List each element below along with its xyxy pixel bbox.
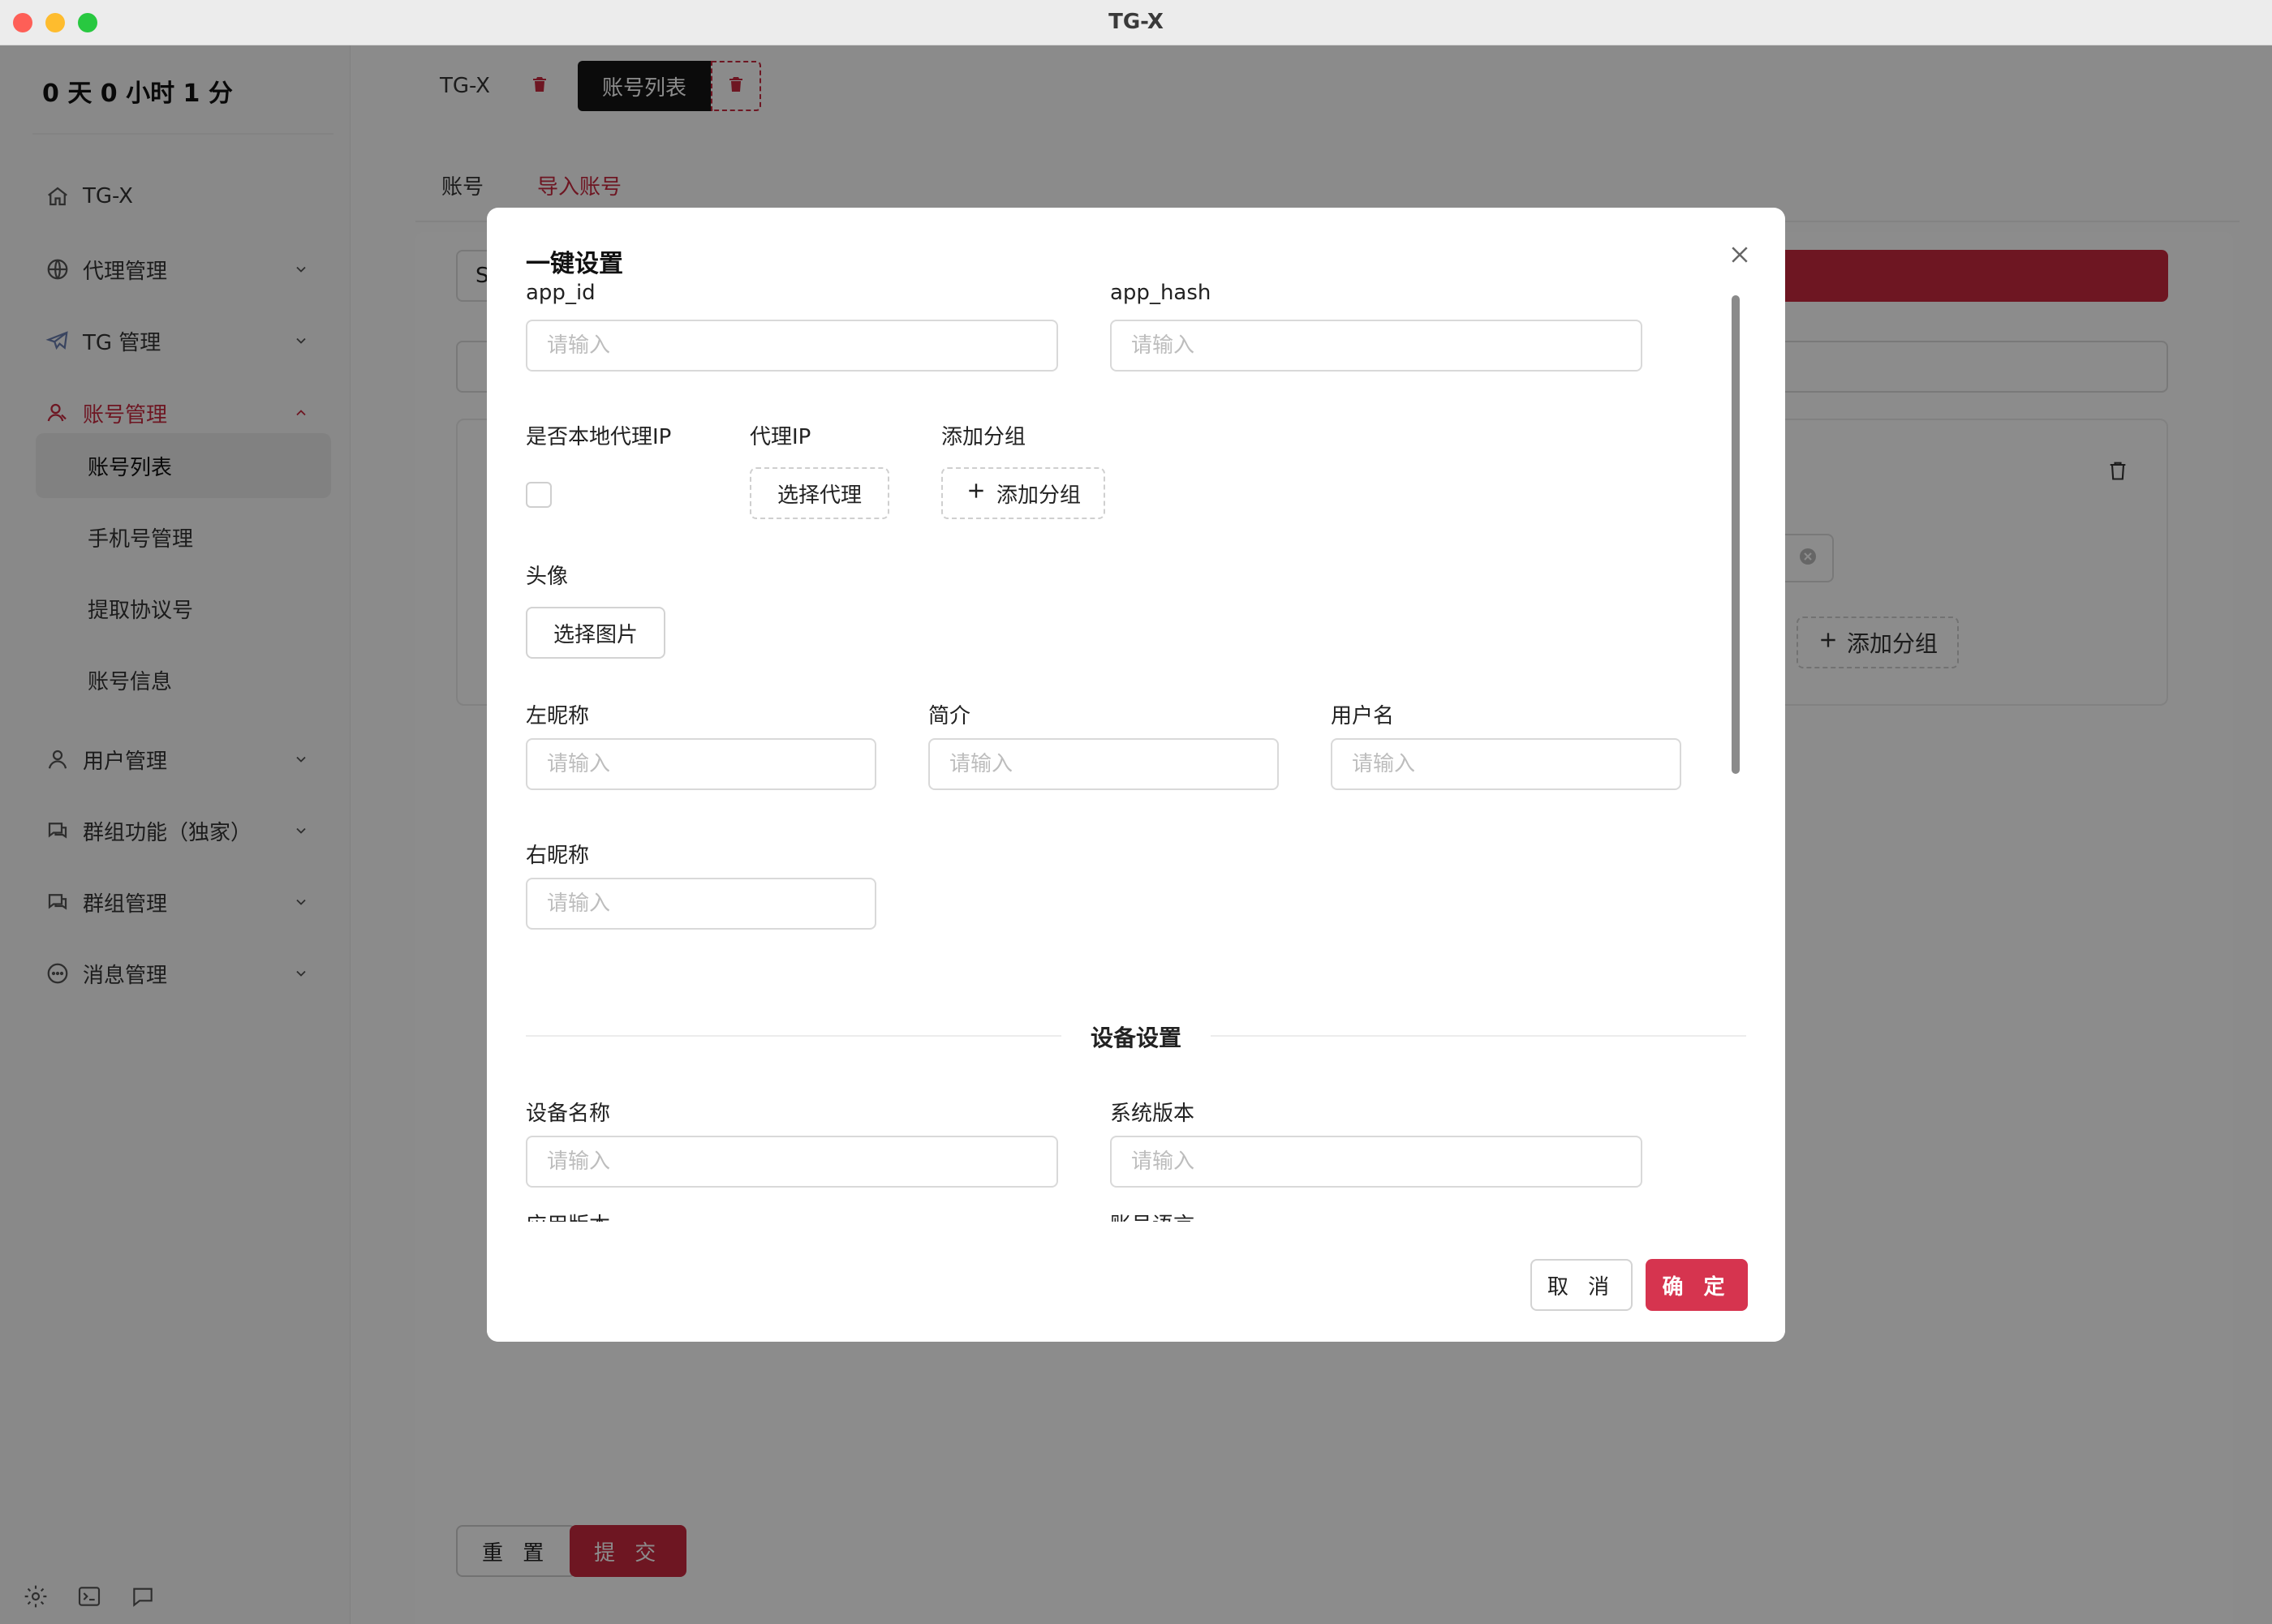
ok-button[interactable]: 确 定 — [1646, 1259, 1748, 1311]
username-input[interactable] — [1331, 738, 1681, 790]
app-version-label: 应用版本 — [526, 1209, 610, 1222]
select-image-button[interactable]: 选择图片 — [526, 607, 665, 659]
app-hash-input[interactable] — [1110, 320, 1642, 372]
window-titlebar: TG-X — [0, 0, 2272, 45]
modal-scrollbar[interactable] — [1732, 295, 1740, 774]
app-id-input[interactable] — [526, 320, 1058, 372]
divider-line — [1211, 1035, 1746, 1037]
select-proxy-button[interactable]: 选择代理 — [750, 467, 889, 519]
proxy-ip-label: 代理IP — [750, 425, 811, 449]
close-icon — [1728, 243, 1752, 270]
local-proxy-checkbox[interactable] — [526, 482, 552, 508]
bio-input[interactable] — [928, 738, 1279, 790]
device-settings-divider: 设备设置 — [526, 1011, 1746, 1059]
local-proxy-label: 是否本地代理IP — [526, 425, 672, 449]
right-nickname-label: 右昵称 — [526, 844, 590, 868]
account-language-label: 账号语言 — [1110, 1209, 1194, 1222]
modal-footer: 取 消 确 定 — [487, 1222, 1785, 1342]
quick-settings-modal: 一键设置 app_id app_hash 是否本地代理IP 代理IP 选择代理 … — [487, 208, 1785, 1342]
add-group-label: 添加分组 — [941, 425, 1026, 449]
modal-body: app_id app_hash 是否本地代理IP 代理IP 选择代理 添加分组 … — [487, 281, 1785, 1222]
left-nickname-input[interactable] — [526, 738, 876, 790]
device-name-label: 设备名称 — [526, 1102, 611, 1126]
plus-icon — [966, 480, 987, 507]
device-name-input[interactable] — [526, 1136, 1058, 1188]
left-nickname-label: 左昵称 — [526, 704, 590, 728]
avatar-label: 头像 — [526, 565, 569, 589]
window-title: TG-X — [1108, 10, 1164, 34]
system-version-input[interactable] — [1110, 1136, 1642, 1188]
add-group-button-label: 添加分组 — [996, 483, 1081, 508]
app-id-label: app_id — [526, 281, 596, 305]
cancel-button[interactable]: 取 消 — [1530, 1259, 1633, 1311]
modal-title: 一键设置 — [526, 250, 623, 278]
system-version-label: 系统版本 — [1110, 1102, 1195, 1126]
right-nickname-input[interactable] — [526, 878, 876, 930]
username-label: 用户名 — [1331, 704, 1395, 728]
device-settings-title: 设备设置 — [1090, 1025, 1181, 1051]
add-group-button[interactable]: 添加分组 — [941, 467, 1105, 519]
bio-label: 简介 — [928, 704, 971, 728]
modal-close-button[interactable] — [1720, 237, 1759, 276]
app-hash-label: app_hash — [1110, 281, 1211, 305]
